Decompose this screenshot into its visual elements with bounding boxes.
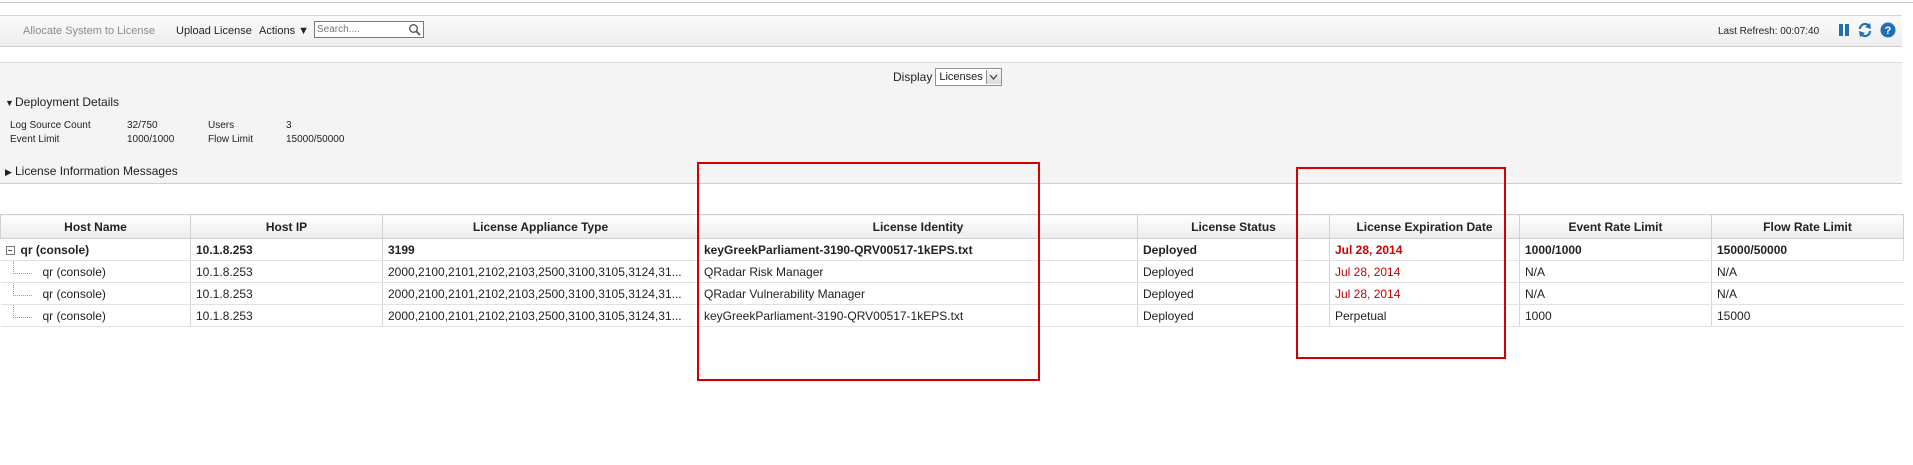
last-refresh-label: Last Refresh: 00:07:40	[1718, 26, 1820, 37]
log-source-count-label: Log Source Count	[10, 120, 91, 131]
collapsed-triangle-icon: ▶	[5, 167, 12, 177]
host-name-cell: − qr (console)	[0, 238, 191, 261]
tree-connector	[12, 305, 32, 318]
toolbar: Allocate System to License Upload Licens…	[0, 15, 1902, 47]
display-selector: Display Licenses	[893, 68, 1002, 86]
table-row[interactable]: qr (console) 10.1.8.253 2000,2100,2101,2…	[0, 282, 1904, 305]
tree-connector	[12, 261, 32, 274]
upload-license-button[interactable]: Upload License	[176, 25, 252, 37]
event-rate-cell: N/A	[1519, 282, 1712, 305]
host-name-text: qr (console)	[20, 242, 90, 257]
license-messages-title: License Information Messages	[15, 164, 178, 178]
expiration-date-cell: Jul 28, 2014	[1329, 260, 1520, 283]
refresh-icon[interactable]	[1857, 22, 1873, 38]
host-name-cell: qr (console)	[0, 282, 191, 305]
expiration-date-cell: Jul 28, 2014	[1329, 238, 1520, 261]
allocate-system-button[interactable]: Allocate System to License	[23, 25, 155, 37]
expiration-date-cell: Jul 28, 2014	[1329, 282, 1520, 305]
col-event-rate-limit[interactable]: Event Rate Limit	[1519, 214, 1712, 239]
flow-rate-cell: N/A	[1711, 260, 1904, 283]
license-messages-header[interactable]: ▶ License Information Messages	[5, 164, 178, 178]
users-label: Users	[208, 120, 235, 131]
search-icon[interactable]	[408, 23, 421, 39]
expanded-triangle-icon: ▼	[5, 98, 14, 108]
col-license-status[interactable]: License Status	[1137, 214, 1330, 239]
flow-limit-value: 15000/50000	[286, 134, 345, 145]
search-input[interactable]	[315, 22, 405, 37]
license-status-cell: Deployed	[1137, 238, 1330, 261]
expiration-date-cell: Perpetual	[1329, 304, 1520, 327]
svg-text:?: ?	[1885, 25, 1892, 37]
display-dropdown[interactable]: Licenses	[935, 68, 1002, 86]
flow-rate-cell: 15000	[1711, 304, 1904, 327]
host-name-cell: qr (console)	[0, 304, 191, 327]
deployment-details-title: Deployment Details	[15, 95, 120, 109]
col-license-appliance-type[interactable]: License Appliance Type	[382, 214, 699, 239]
help-icon[interactable]: ?	[1880, 22, 1896, 38]
col-flow-rate-limit[interactable]: Flow Rate Limit	[1711, 214, 1904, 239]
license-identity-cell: QRadar Vulnerability Manager	[698, 282, 1138, 305]
license-status-cell: Deployed	[1137, 304, 1330, 327]
event-rate-cell: N/A	[1519, 260, 1712, 283]
event-rate-cell: 1000	[1519, 304, 1712, 327]
flow-rate-cell: N/A	[1711, 282, 1904, 305]
event-limit-value: 1000/1000	[127, 134, 175, 145]
host-ip-cell: 10.1.8.253	[190, 282, 383, 305]
table-row[interactable]: − qr (console) 10.1.8.253 3199 keyGreekPa…	[0, 238, 1904, 261]
table-row[interactable]: qr (console) 10.1.8.253 2000,2100,2101,2…	[0, 260, 1904, 283]
event-rate-cell: 1000/1000	[1519, 238, 1712, 261]
license-status-cell: Deployed	[1137, 282, 1330, 305]
display-dropdown-value: Licenses	[939, 71, 983, 83]
top-divider	[0, 2, 1913, 3]
license-status-cell: Deployed	[1137, 260, 1330, 283]
host-name-cell: qr (console)	[0, 260, 191, 283]
deployment-details-header[interactable]: ▼Deployment Details	[5, 95, 119, 109]
pause-icon[interactable]	[1836, 22, 1852, 38]
license-table: Host Name Host IP License Appliance Type…	[0, 214, 1904, 327]
search-field	[314, 21, 424, 38]
actions-menu[interactable]: Actions ▼	[259, 25, 309, 37]
table-header-row: Host Name Host IP License Appliance Type…	[0, 214, 1904, 239]
chevron-down-icon[interactable]	[985, 70, 1001, 84]
col-license-expiration-date[interactable]: License Expiration Date	[1329, 214, 1520, 239]
tree-connector	[12, 283, 32, 296]
collapse-minus-icon[interactable]: −	[5, 245, 15, 255]
license-identity-cell: QRadar Risk Manager	[698, 260, 1138, 283]
host-ip-cell: 10.1.8.253	[190, 304, 383, 327]
col-license-identity[interactable]: License Identity	[698, 214, 1138, 239]
appliance-type-cell: 2000,2100,2101,2102,2103,2500,3100,3105,…	[382, 304, 699, 327]
col-host-ip[interactable]: Host IP	[190, 214, 383, 239]
host-ip-cell: 10.1.8.253	[190, 260, 383, 283]
license-identity-cell: keyGreekParliament-3190-QRV00517-1kEPS.t…	[698, 238, 1138, 261]
appliance-type-cell: 3199	[382, 238, 699, 261]
license-identity-cell: keyGreekParliament-3190-QRV00517-1kEPS.t…	[698, 304, 1138, 327]
display-label: Display	[893, 70, 933, 84]
appliance-type-cell: 2000,2100,2101,2102,2103,2500,3100,3105,…	[382, 260, 699, 283]
users-value: 3	[286, 120, 292, 131]
host-ip-cell: 10.1.8.253	[190, 238, 383, 261]
appliance-type-cell: 2000,2100,2101,2102,2103,2500,3100,3105,…	[382, 282, 699, 305]
table-row[interactable]: qr (console) 10.1.8.253 2000,2100,2101,2…	[0, 304, 1904, 327]
col-host-name[interactable]: Host Name	[0, 214, 191, 239]
flow-limit-label: Flow Limit	[208, 134, 254, 145]
event-limit-label: Event Limit	[10, 134, 60, 145]
flow-rate-cell: 15000/50000	[1711, 238, 1904, 261]
log-source-count-value: 32/750	[127, 120, 158, 131]
